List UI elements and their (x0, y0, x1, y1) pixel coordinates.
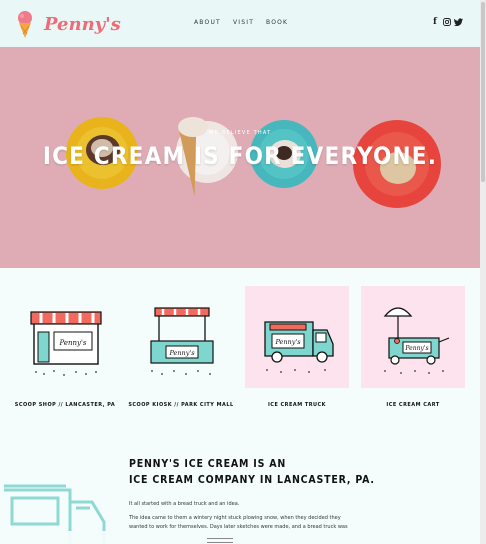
kiosk-sign: Penny's (168, 349, 195, 357)
location-card-kiosk[interactable]: Penny's (130, 286, 234, 388)
location-card-cart[interactable]: Penny's (361, 286, 465, 388)
scoop-shop-illustration: Penny's (30, 311, 102, 376)
page: Penny's ABOUT VISIT BOOK f WE BELIEVE TH… (0, 0, 480, 544)
nav-about[interactable]: ABOUT (194, 19, 221, 26)
nav-visit[interactable]: VISIT (233, 19, 254, 26)
logo-text: Penny's (44, 14, 121, 35)
hero-banner: WE BELIEVE THAT ICE CREAM IS FOR EVERYON… (0, 47, 480, 268)
scrollbar-thumb[interactable] (481, 2, 485, 182)
location-label-cart[interactable]: ICE CREAM CART (353, 402, 473, 408)
location-card-truck[interactable]: Penny's (245, 286, 349, 388)
bottom-bar (0, 531, 480, 544)
truck-sign: Penny's (274, 338, 301, 346)
location-label-scoop-shop[interactable]: SCOOP SHOP // LANCASTER, PA (5, 402, 125, 408)
about-section: PENNY'S ICE CREAM IS AN ICE CREAM COMPAN… (0, 428, 480, 544)
hero-pretitle: WE BELIEVE THAT (208, 130, 272, 136)
twitter-icon[interactable] (454, 17, 463, 26)
location-label-truck[interactable]: ICE CREAM TRUCK (237, 402, 357, 408)
cart-sign: Penny's (404, 345, 428, 352)
truck-illustration: Penny's (264, 321, 334, 373)
site-header: Penny's ABOUT VISIT BOOK f (0, 0, 480, 48)
locations-section: Penny's SCOOP SHOP // LANCASTER, PA Penn… (0, 268, 480, 428)
ice-cream-cone-icon (18, 11, 32, 38)
location-label-kiosk[interactable]: SCOOP KIOSK // PARK CITY MALL (121, 402, 241, 408)
about-heading-line1: PENNY'S ICE CREAM IS AN (129, 458, 287, 470)
menu-handle-icon[interactable] (207, 538, 233, 543)
hero-title: ICE CREAM IS FOR EVERYONE. (42, 142, 438, 170)
kiosk-illustration: Penny's (150, 307, 214, 375)
scrollbar[interactable] (480, 0, 486, 544)
about-heading: PENNY'S ICE CREAM IS AN ICE CREAM COMPAN… (129, 456, 389, 488)
instagram-icon[interactable] (443, 17, 451, 26)
location-card-scoop-shop[interactable]: Penny's (14, 286, 118, 388)
logo[interactable]: Penny's (14, 9, 121, 39)
facebook-icon[interactable]: f (433, 17, 437, 27)
shop-sign: Penny's (58, 339, 86, 347)
about-paragraph-1: It all started with a bread truck and an… (129, 501, 240, 507)
about-heading-line2: ICE CREAM COMPANY IN LANCASTER, PA. (129, 474, 375, 486)
nav-book[interactable]: BOOK (266, 19, 288, 26)
cart-illustration: Penny's (383, 307, 450, 374)
about-paragraph-2: The idea came to them a wintery night st… (129, 515, 348, 530)
